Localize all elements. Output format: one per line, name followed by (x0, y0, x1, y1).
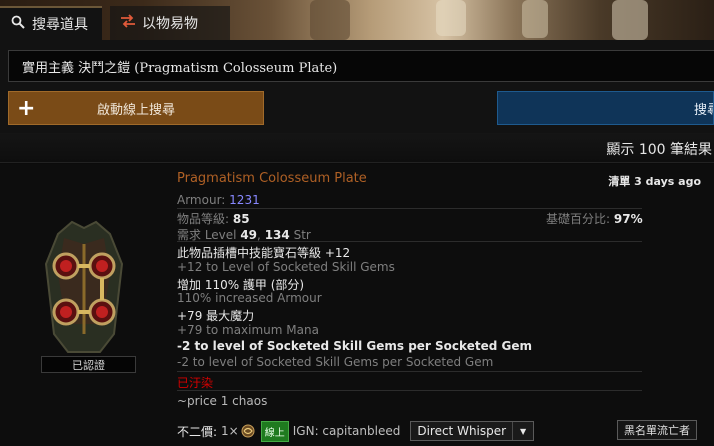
verified-badge: 已認證 (41, 356, 136, 373)
direct-whisper-label: Direct Whisper (411, 422, 514, 440)
tab-label: 搜尋道具 (32, 17, 88, 33)
banner-art (522, 0, 548, 38)
result-row: 已認證 Pragmatism Colosseum Plate 清單 3 days… (0, 164, 714, 446)
search-icon (10, 15, 26, 33)
req-label: 需求 Level (177, 228, 237, 242)
live-search-button[interactable]: + 啟動線上搜尋 (8, 91, 264, 125)
colosseum-plate-item-icon (44, 220, 124, 353)
req-str-label: Str (293, 228, 311, 242)
mod-line: -2 to level of Socketed Skill Gems per S… (177, 338, 532, 353)
item-search-input[interactable]: 實用主義 決鬥之鎧 (Pragmatism Colosseum Plate) (8, 50, 714, 82)
mod-line: 此物品插槽中技能寶石等級 +12 (177, 246, 351, 260)
req-str-value: 134 (264, 228, 290, 242)
divider (177, 241, 642, 242)
price-note: ~price 1 chaos (177, 394, 268, 408)
item-name[interactable]: Pragmatism Colosseum Plate (177, 171, 367, 186)
tab-bulk-exchange[interactable]: 以物易物 (110, 6, 230, 40)
divider (177, 371, 642, 372)
plus-icon: + (17, 96, 36, 121)
direct-whisper-button[interactable]: Direct Whisper ▼ (410, 421, 535, 441)
search-button[interactable]: 搜尋 (497, 91, 714, 125)
chaos-orb-icon (241, 424, 255, 438)
mod-line: +12 to Level of Socketed Skill Gems (177, 259, 395, 274)
search-panel: 實用主義 決鬥之鎧 (Pragmatism Colosseum Plate) +… (0, 40, 714, 133)
mod-line: +79 最大魔力 (177, 309, 255, 324)
exchange-arrows-icon (120, 14, 136, 32)
listed-time: 清單 3 days ago (608, 173, 701, 189)
online-status-badge: 線上 (260, 420, 289, 442)
blacklist-button[interactable]: 黑名單流亡者 (617, 420, 697, 440)
banner-art (612, 0, 648, 40)
tab-label: 以物易物 (142, 16, 198, 32)
armour-property: Armour: 1231 (177, 193, 260, 207)
item-level: 物品等級: 85 (177, 210, 250, 227)
divider (177, 208, 642, 209)
listed-prefix: 清單 (608, 175, 631, 188)
banner-art (310, 0, 350, 40)
live-search-label: 啟動線上搜尋 (96, 102, 175, 118)
price-amount: 1× (221, 424, 239, 438)
results-count: 顯示 100 筆結果 (606, 142, 712, 158)
armour-value: 1231 (229, 193, 260, 207)
tab-search-items[interactable]: 搜尋道具 (0, 6, 102, 40)
mod-line: 增加 110% 護甲 (部分) (177, 277, 305, 292)
listed-time-value: 3 days ago (634, 175, 701, 188)
banner-art (436, 0, 466, 36)
quality: 基礎百分比: 97% (546, 210, 643, 227)
mod-line: 110% increased Armour (177, 291, 322, 306)
header-banner (0, 0, 714, 40)
quality-value: 97% (613, 212, 643, 226)
corrupted-label: 已汙染 (177, 376, 214, 390)
divider (177, 390, 642, 391)
seller-ign: IGN: capitanbleed (292, 424, 401, 438)
listing-footer: 不二價: 1× 線上 IGN: capitanbleed Direct Whis… (177, 420, 535, 442)
mod-line: +79 to maximum Mana (177, 323, 319, 337)
quality-label: 基礎百分比: (546, 212, 611, 226)
item-level-label: 物品等級: (177, 212, 230, 226)
req-level: 49 (240, 228, 258, 242)
price-label: 不二價: (177, 424, 218, 439)
item-level-value: 85 (232, 212, 250, 226)
results-header: 顯示 100 筆結果 (0, 133, 714, 163)
chevron-down-icon[interactable]: ▼ (513, 422, 533, 440)
mod-line: -2 to level of Socketed Skill Gems per S… (177, 354, 494, 369)
armour-label: Armour: (177, 193, 226, 207)
search-button-label: 搜尋 (694, 102, 713, 118)
